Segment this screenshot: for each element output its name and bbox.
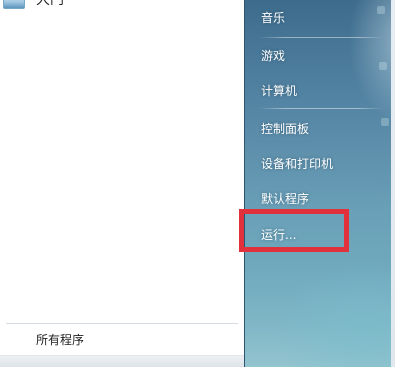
menu-item-default-programs[interactable]: 默认程序 [261,191,309,207]
search-area-strip [0,355,244,367]
menu-separator [259,37,383,38]
menu-item-run[interactable]: 运行... [261,227,296,243]
glass-decoration [381,118,389,126]
menu-item-computer[interactable]: 计算机 [261,83,297,99]
window-edge [391,0,395,367]
program-list-item[interactable]: 大门 [0,0,200,9]
glass-decoration [377,6,385,14]
glass-decoration [379,62,387,70]
menu-item-devices-printers[interactable]: 设备和打印机 [261,156,333,172]
menu-item-control-panel[interactable]: 控制面板 [261,121,309,137]
all-programs-divider [6,323,238,324]
menu-item-music[interactable]: 音乐 [261,10,285,26]
menu-item-games[interactable]: 游戏 [261,48,285,64]
program-label: 大门 [36,0,64,8]
system-links-pane: 音乐 游戏 计算机 控制面板 设备和打印机 默认程序 运行... [244,0,395,367]
program-icon [3,0,25,9]
programs-pane: 大门 所有程序 [0,0,244,367]
menu-separator [259,108,383,109]
all-programs-button[interactable]: 所有程序 [6,328,238,352]
